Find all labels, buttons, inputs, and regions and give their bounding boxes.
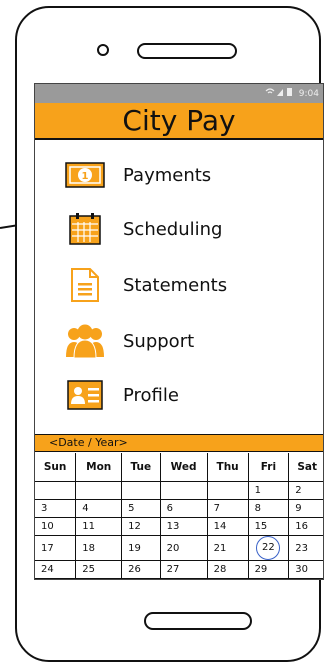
home-button[interactable] [144,612,252,630]
menu-label-scheduling: Scheduling [123,218,223,240]
calendar-week-row: 17 18 19 20 21 22 23 [35,535,323,561]
calendar-day-cell[interactable]: 23 [288,535,323,561]
calendar-day-cell [121,481,161,500]
calendar-day-cell[interactable]: 4 [75,499,123,518]
calendar-day-cell[interactable]: 30 [288,560,323,579]
calendar-day-cell [35,481,77,500]
menu-item-support[interactable]: Support [65,320,194,362]
id-card-icon [65,376,105,414]
menu-label-payments: Payments [123,164,212,186]
calendar-day-cell [159,481,208,500]
calendar-day-cell[interactable]: 20 [159,535,208,561]
calendar-day-cell[interactable]: 8 [247,499,290,518]
calendar-day-cell[interactable]: 25 [75,560,123,579]
weekday-fri: Fri [247,453,290,482]
earpiece-speaker [137,43,237,59]
calendar-day-cell[interactable]: 24 [35,560,77,579]
calendar-day-cell[interactable]: 28 [206,560,249,579]
svg-text:1: 1 [82,171,89,182]
calendar-week-row: 3456789 [35,499,323,518]
phone-screen: 9:04 City Pay 1 Payments Scheduling Stat… [34,83,324,580]
calendar-day-cell [75,481,123,500]
weekday-sat: Sat [288,453,323,482]
calendar-date-selector[interactable]: <Date / Year> [35,434,323,452]
calendar-day-cell[interactable]: 27 [159,560,208,579]
calendar-day-cell[interactable]: 15 [247,517,290,536]
calendar-weekday-row: Sun Mon Tue Wed Thu Fri Sat [35,453,323,482]
calendar-day-cell[interactable]: 9 [288,499,323,518]
weekday-sun: Sun [35,453,77,482]
calendar-day-cell[interactable]: 29 [247,560,290,579]
menu-label-statements: Statements [123,274,228,296]
menu-item-scheduling[interactable]: Scheduling [65,208,222,250]
calendar-day-cell[interactable]: 19 [121,535,161,561]
menu-item-statements[interactable]: Statements [65,264,227,306]
calendar-day-cell[interactable]: 11 [75,517,123,536]
status-bar: 9:04 [35,84,323,103]
calendar-day-cell[interactable]: 1 [247,481,290,500]
calendar-day-cell[interactable]: 5 [121,499,161,518]
calendar-day-cell[interactable]: 13 [159,517,208,536]
calendar-day-cell[interactable]: 22 [247,535,290,561]
calendar-day-cell[interactable]: 3 [35,499,77,518]
menu-item-payments[interactable]: 1 Payments [65,154,211,196]
calendar-day-cell[interactable]: 6 [159,499,208,518]
calendar-week-row: 12 [35,481,323,500]
weekday-thu: Thu [206,453,249,482]
calendar-grid: Sun Mon Tue Wed Thu Fri Sat 1 2 3 4 5 6 7 8 9 10 1… [35,453,323,579]
menu-item-profile[interactable]: Profile [65,374,179,416]
status-time: 9:04 [298,88,319,99]
wifi-signal-battery-icon [265,88,292,96]
calendar-day-cell [206,481,249,500]
menu-label-profile: Profile [123,384,179,406]
calendar-day-cell[interactable]: 12 [121,517,161,536]
weekday-tue: Tue [121,453,161,482]
calendar-day-cell[interactable]: 7 [206,499,249,518]
calendar-day-cell[interactable]: 18 [75,535,123,561]
calendar-today-marker[interactable]: 22 [256,536,281,560]
status-icons [265,87,295,100]
calendar-day-cell[interactable]: 16 [288,517,323,536]
calendar-day-cell[interactable]: 17 [35,535,77,561]
calendar-icon [65,210,105,248]
money-icon: 1 [65,156,105,194]
weekday-mon: Mon [75,453,123,482]
calendar-day-cell[interactable]: 14 [206,517,249,536]
people-icon [65,322,105,360]
calendar-day-cell[interactable]: 26 [121,560,161,579]
document-icon [65,266,105,304]
calendar-week-row: 10 11 12 13 14 15 16 [35,517,323,536]
calendar-day-cell[interactable]: 10 [35,517,77,536]
calendar-day-cell[interactable]: 2 [288,481,323,500]
menu-label-support: Support [123,330,195,352]
weekday-wed: Wed [159,453,208,482]
calendar-week-row: 24 25 26 27 28 29 30 [35,560,323,579]
calendar-day-cell[interactable]: 21 [206,535,249,561]
front-camera [97,44,109,56]
app-title: City Pay [35,103,323,140]
